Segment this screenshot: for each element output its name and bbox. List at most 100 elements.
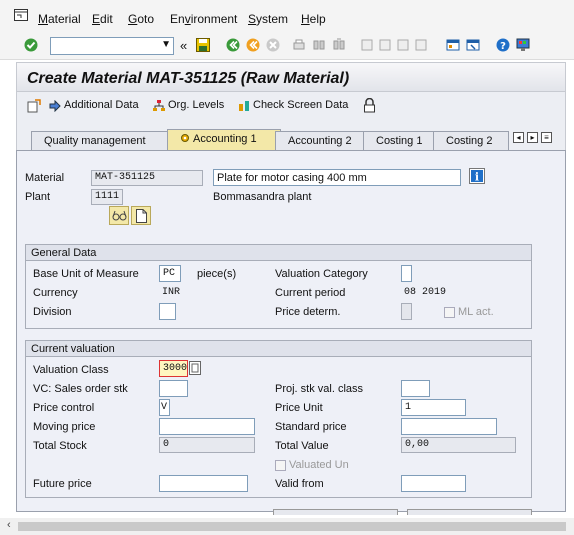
plant-field: 1111 — [91, 189, 123, 205]
material-label: Material — [25, 172, 65, 184]
valuation-category-label: Valuation Category — [275, 268, 368, 280]
cancel-icon[interactable] — [266, 38, 280, 52]
menu-edit[interactable]: Edit — [92, 12, 113, 26]
division-label: Division — [33, 306, 72, 318]
tab-accounting-2[interactable]: Accounting 2 — [275, 131, 371, 150]
valuation-category-field[interactable] — [401, 265, 412, 282]
org-levels-icon — [153, 100, 165, 111]
customize-layout-icon[interactable] — [516, 38, 530, 52]
tab-label: Costing 2 — [446, 135, 493, 147]
total-value-field: 0,00 — [401, 437, 516, 453]
standard-price-label: Standard price — [275, 421, 347, 433]
total-stock-label: Total Stock — [33, 440, 87, 452]
proj-stk-val-class-field[interactable] — [401, 380, 430, 397]
tab-label: Accounting 2 — [288, 135, 352, 147]
menu-help[interactable]: Help — [301, 12, 326, 26]
next-page-icon[interactable] — [396, 38, 410, 52]
command-collapse-icon[interactable]: « — [180, 38, 187, 53]
group-title: Current valuation — [26, 341, 531, 357]
check-screen-data-icon — [239, 101, 249, 111]
bottom-button-1[interactable] — [273, 509, 398, 515]
check-screen-data-button[interactable]: Check Screen Data — [253, 99, 348, 111]
menu-environment[interactable]: Environment — [170, 12, 237, 26]
vc-sales-order-label: VC: Sales order stk — [33, 383, 128, 395]
create-session-icon[interactable] — [446, 38, 460, 52]
print-icon[interactable] — [292, 38, 306, 52]
page-title: Create Material MAT-351125 (Raw Material… — [27, 70, 350, 87]
standard-toolbar: ▼ « ? — [0, 32, 574, 60]
menu-goto[interactable]: Goto — [128, 12, 154, 26]
sap-window: Material Edit Goto Environment System He… — [0, 0, 574, 535]
tab-scroll-left-icon[interactable]: ◂ — [513, 132, 524, 143]
lock-icon[interactable] — [363, 98, 376, 113]
horizontal-scrollbar[interactable]: ‹ — [0, 518, 574, 535]
bottom-button-2[interactable] — [407, 509, 532, 515]
last-page-icon[interactable] — [414, 38, 428, 52]
tab-costing-1[interactable]: Costing 1 — [363, 131, 439, 150]
division-field[interactable] — [159, 303, 176, 320]
info-icon[interactable]: i — [469, 168, 485, 184]
f4-help-icon[interactable] — [189, 361, 201, 375]
command-field[interactable]: ▼ — [50, 37, 174, 55]
first-page-icon[interactable] — [360, 38, 374, 52]
display-change-button[interactable] — [109, 206, 129, 225]
future-price-label: Future price — [33, 478, 92, 490]
price-control-label: Price control — [33, 402, 95, 414]
base-uom-text: piece(s) — [197, 268, 237, 280]
plant-name: Bommasandra plant — [213, 191, 312, 203]
enter-check-icon[interactable] — [24, 38, 38, 52]
menu-bar: Material Edit Goto Environment System He… — [0, 0, 574, 32]
application-toolbar: Additional Data Org. Levels Check Screen… — [16, 92, 566, 120]
tab-label: Quality management — [44, 135, 146, 147]
valid-from-field[interactable] — [401, 475, 466, 492]
scrollbar-thumb[interactable] — [18, 522, 566, 531]
tab-accounting-1[interactable]: Accounting 1 — [167, 129, 281, 150]
find-icon[interactable] — [312, 38, 326, 52]
valuation-class-label: Valuation Class — [33, 364, 109, 376]
valuated-un-checkbox — [275, 460, 286, 471]
moving-price-field[interactable] — [159, 418, 255, 435]
menu-material[interactable]: Material — [38, 12, 81, 26]
material-description-field[interactable]: Plate for motor casing 400 mm — [213, 169, 461, 186]
org-levels-button[interactable]: Org. Levels — [168, 99, 224, 111]
tab-quality-management[interactable]: Quality management — [31, 131, 173, 150]
plant-label: Plant — [25, 191, 51, 203]
tab-scroll-right-icon[interactable]: ▸ — [527, 132, 538, 143]
current-period-value: 08 2019 — [404, 287, 447, 298]
views-icon[interactable] — [27, 99, 41, 113]
exit-icon[interactable] — [246, 38, 260, 52]
standard-price-field[interactable] — [401, 418, 497, 435]
svg-text:i: i — [475, 171, 479, 184]
additional-data-button[interactable]: Additional Data — [64, 99, 139, 111]
price-unit-field[interactable]: 1 — [401, 399, 466, 416]
base-uom-label: Base Unit of Measure — [33, 268, 139, 280]
total-stock-field: 0 — [159, 437, 255, 453]
screen-title-bar: Create Material MAT-351125 (Raw Material… — [16, 62, 566, 92]
scroll-left-icon[interactable]: ‹ — [7, 519, 11, 531]
system-menu-icon[interactable] — [14, 9, 28, 21]
price-control-field[interactable]: V — [159, 399, 170, 416]
price-unit-label: Price Unit — [275, 402, 323, 414]
command-dropdown-icon[interactable]: ▼ — [161, 39, 171, 50]
currency-value: INR — [162, 287, 181, 298]
tab-costing-2[interactable]: Costing 2 — [433, 131, 509, 150]
base-uom-field[interactable]: PC — [159, 265, 181, 282]
document-button[interactable] — [131, 206, 151, 225]
svg-text:?: ? — [500, 41, 506, 52]
shortcut-icon[interactable] — [466, 38, 480, 52]
find-next-icon[interactable] — [332, 38, 346, 52]
save-icon[interactable] — [196, 38, 210, 52]
help-icon[interactable]: ? — [496, 38, 510, 52]
valid-from-label: Valid from — [275, 478, 324, 490]
back-icon[interactable] — [226, 38, 240, 52]
menu-system[interactable]: System — [248, 12, 288, 26]
previous-page-icon[interactable] — [378, 38, 392, 52]
document-icon — [136, 209, 147, 223]
total-value-label: Total Value — [275, 440, 329, 452]
vc-sales-order-field[interactable] — [159, 380, 188, 397]
glasses-icon — [112, 210, 127, 221]
future-price-field[interactable] — [159, 475, 248, 492]
current-valuation-group: Current valuation Valuation Class 3000 V… — [25, 340, 532, 498]
tab-list-icon[interactable]: ≡ — [541, 132, 552, 143]
valuation-class-field[interactable]: 3000 — [159, 360, 188, 377]
